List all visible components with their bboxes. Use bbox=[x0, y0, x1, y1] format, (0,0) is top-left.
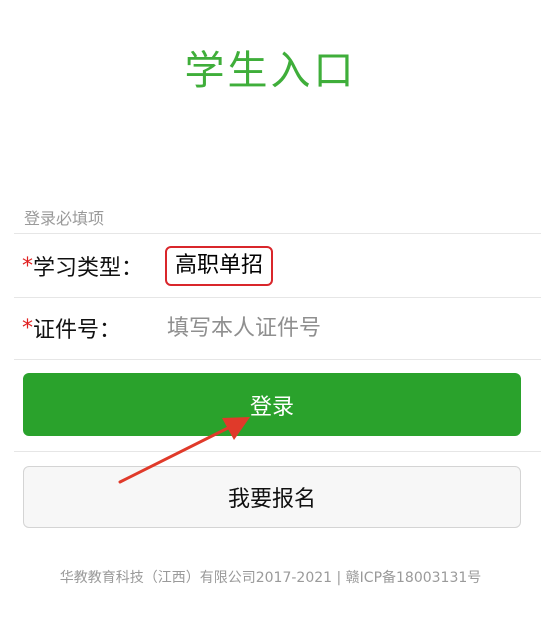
id-number-input[interactable] bbox=[167, 315, 428, 341]
divider bbox=[14, 233, 541, 234]
required-mark: * bbox=[22, 253, 33, 279]
footer-copyright: 华教教育科技（江西）有限公司2017-2021 | 赣ICP备18003131号 bbox=[59, 570, 482, 586]
id-number-row: * 证件号： bbox=[22, 298, 428, 358]
study-type-select[interactable]: 高职单招 bbox=[165, 246, 274, 286]
study-type-row: * 学习类型： 高职单招 bbox=[22, 236, 274, 296]
required-mark: * bbox=[22, 315, 33, 341]
study-type-label: 学习类型： bbox=[33, 256, 144, 281]
divider bbox=[14, 359, 541, 360]
login-button[interactable]: 登录 bbox=[23, 373, 521, 436]
section-label: 登录必填项 bbox=[24, 209, 105, 228]
register-button[interactable]: 我要报名 bbox=[23, 466, 521, 528]
divider bbox=[14, 451, 541, 452]
id-number-label: 证件号： bbox=[33, 318, 122, 343]
page-title: 学生入口 bbox=[184, 48, 357, 94]
